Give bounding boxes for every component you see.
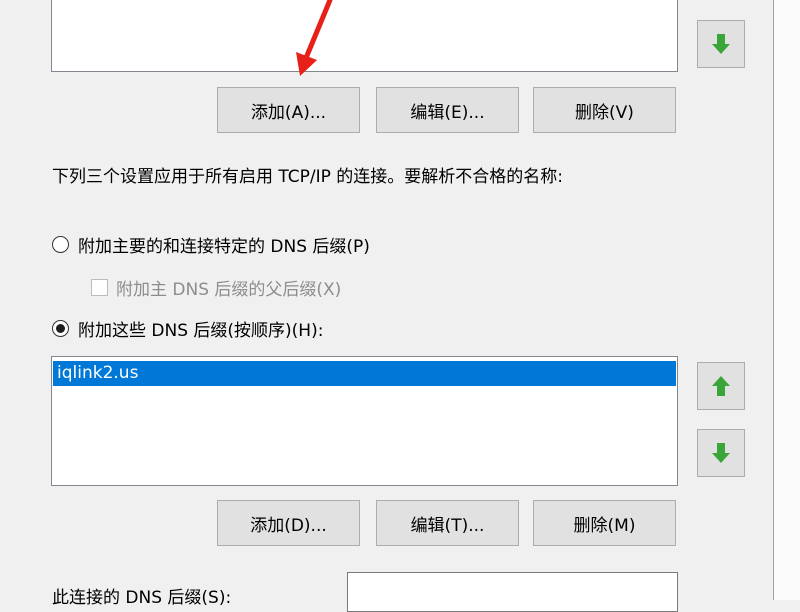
- settings-description: 下列三个设置应用于所有启用 TCP/IP 的连接。要解析不合格的名称:: [52, 167, 564, 187]
- top-move-down-button[interactable]: [697, 20, 745, 68]
- suffix-move-down-button[interactable]: [697, 429, 745, 477]
- radio-these-suffixes[interactable]: [52, 320, 69, 337]
- dns-suffix-list[interactable]: iqlink2.us: [51, 356, 678, 486]
- edit-suffix-button[interactable]: 编辑(T)...: [376, 500, 519, 546]
- add-suffix-button[interactable]: 添加(D)...: [217, 500, 360, 546]
- connection-suffix-label: 此连接的 DNS 后缀(S):: [52, 588, 232, 608]
- arrow-down-icon: [712, 443, 730, 463]
- suffix-move-up-button[interactable]: [697, 362, 745, 410]
- delete-server-button[interactable]: 删除(V): [533, 87, 676, 133]
- list-item[interactable]: iqlink2.us: [53, 361, 676, 386]
- connection-suffix-input[interactable]: [347, 572, 678, 612]
- radio-selected-dot: [56, 324, 65, 333]
- add-server-button[interactable]: 添加(A)...: [217, 87, 360, 133]
- radio-these-suffixes-label[interactable]: 附加这些 DNS 后缀(按顺序)(H):: [78, 316, 323, 341]
- radio-primary-suffix-label[interactable]: 附加主要的和连接特定的 DNS 后缀(P): [78, 232, 370, 257]
- arrow-down-icon: [712, 34, 730, 54]
- checkbox-parent-suffix[interactable]: [91, 279, 108, 296]
- delete-suffix-button[interactable]: 删除(M): [533, 500, 676, 546]
- arrow-up-icon: [712, 376, 730, 396]
- radio-primary-suffix[interactable]: [52, 236, 69, 253]
- edit-server-button[interactable]: 编辑(E)...: [376, 87, 519, 133]
- annotation-arrow: [296, 0, 333, 76]
- dns-server-list[interactable]: [51, 0, 678, 72]
- checkbox-parent-suffix-label[interactable]: 附加主 DNS 后缀的父后缀(X): [116, 275, 341, 300]
- background-strip: [774, 0, 800, 600]
